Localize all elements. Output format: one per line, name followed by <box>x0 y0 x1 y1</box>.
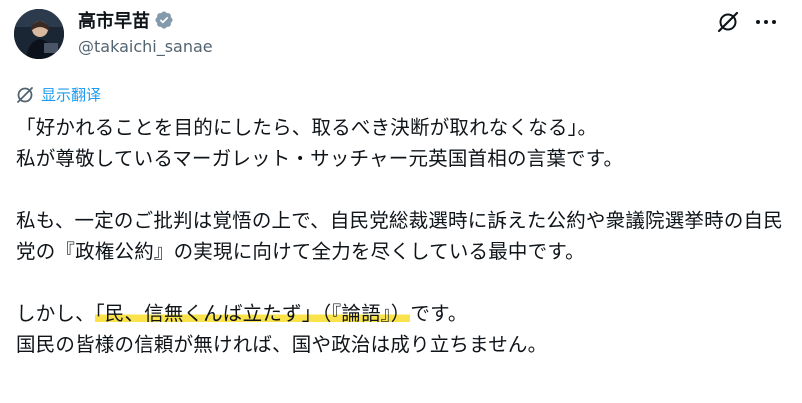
avatar[interactable] <box>14 9 64 59</box>
tweet-line: 国民の皆様の信頼が無ければ、国や政治は成り立ちません。 <box>16 333 548 356</box>
show-translation-button[interactable]: 显示翻译 <box>15 85 101 105</box>
tweet-paragraph-2: 私も、一定のご批判は覚悟の上で、自民党総裁選時に訴えた公約や衆議院選挙時の自民党… <box>16 209 783 263</box>
tweet-text-segment: しかし、 <box>16 302 95 325</box>
author-display-name[interactable]: 高市早苗 <box>78 11 150 33</box>
show-translation-label: 显示翻译 <box>41 86 102 104</box>
highlighted-quote: 「民、信無くんば立たず」（『論語』） <box>94 302 411 325</box>
tweet-line: 「好かれることを目的にしたら、取るべき決断が取れなくなる」。 <box>16 116 598 139</box>
more-options-button[interactable] <box>752 8 780 36</box>
grok-icon <box>717 11 739 33</box>
more-icon <box>756 20 776 24</box>
tweet-line: しかし、「民、信無くんば立たず」（『論語』）です。 <box>16 298 788 329</box>
tweet-paragraph-1: 「好かれることを目的にしたら、取るべき決断が取れなくなる」。 私が尊敬しているマ… <box>16 112 788 174</box>
globe-icon <box>17 87 33 103</box>
tweet-text-segment: です。 <box>410 302 468 325</box>
verified-badge-icon <box>154 10 174 34</box>
author-name-row: 高市早苗 <box>78 10 174 34</box>
tweet-text: 「好かれることを目的にしたら、取るべき決断が取れなくなる」。 私が尊敬しているマ… <box>16 112 788 360</box>
grok-button[interactable] <box>714 8 742 36</box>
author-handle[interactable]: @takaichi_sanae <box>78 37 213 57</box>
tweet-line: 私が尊敬しているマーガレット・サッチャー元英国首相の言葉です。 <box>16 147 624 170</box>
tweet-paragraph-3: しかし、「民、信無くんば立たず」（『論語』）です。 国民の皆様の信頼が無ければ、… <box>16 298 788 360</box>
